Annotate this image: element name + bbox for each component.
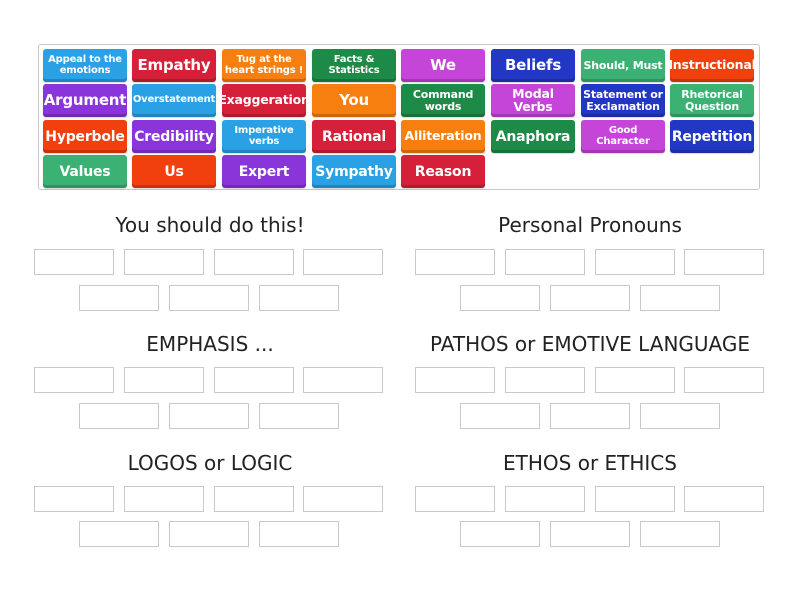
drop-slot[interactable] bbox=[259, 521, 339, 547]
group-title: You should do this! bbox=[115, 213, 305, 237]
drop-slot[interactable] bbox=[169, 285, 249, 311]
tile-sympathy[interactable]: Sympathy bbox=[312, 155, 396, 188]
drop-slot[interactable] bbox=[640, 285, 720, 311]
drop-slot[interactable] bbox=[303, 367, 383, 393]
tile-instructional[interactable]: Instructional bbox=[668, 49, 756, 82]
drop-slot[interactable] bbox=[259, 403, 339, 429]
tile-reason[interactable]: Reason bbox=[401, 155, 485, 188]
drop-slot[interactable] bbox=[505, 367, 585, 393]
tile-alliteration[interactable]: Alliteration bbox=[401, 120, 485, 153]
drop-slot[interactable] bbox=[415, 249, 495, 275]
group-title: PATHOS or EMOTIVE LANGUAGE bbox=[429, 332, 751, 356]
drop-slot[interactable] bbox=[34, 486, 114, 512]
drop-slot[interactable] bbox=[415, 367, 495, 393]
group-title: ETHOS or ETHICS bbox=[503, 451, 677, 475]
tile-should-must[interactable]: Should, Must bbox=[581, 49, 665, 82]
drop-slot[interactable] bbox=[505, 486, 585, 512]
tile-tug-at-the-heart-strings[interactable]: Tug at the heart strings ! bbox=[222, 49, 306, 82]
drop-slot[interactable] bbox=[415, 486, 495, 512]
tile-modal-verbs[interactable]: Modal Verbs bbox=[491, 84, 575, 117]
tile-command-words[interactable]: Command words bbox=[401, 84, 485, 117]
tile-good-character[interactable]: Good Character bbox=[581, 120, 665, 153]
drop-slot[interactable] bbox=[505, 249, 585, 275]
drop-slot[interactable] bbox=[684, 249, 764, 275]
tile-expert[interactable]: Expert bbox=[222, 155, 306, 188]
group-title: Personal Pronouns bbox=[498, 213, 682, 237]
drop-slot[interactable] bbox=[640, 403, 720, 429]
tile-facts-and-statistics[interactable]: Facts & Statistics bbox=[312, 49, 396, 82]
tile-hyperbole[interactable]: Hyperbole bbox=[43, 120, 127, 153]
drop-slot[interactable] bbox=[79, 403, 159, 429]
tile-appeal-to-the-emotions[interactable]: Appeal to the emotions bbox=[43, 49, 127, 82]
drop-slot[interactable] bbox=[460, 521, 540, 547]
drop-slot[interactable] bbox=[79, 521, 159, 547]
word-bank: Appeal to the emotions Empathy Tug at th… bbox=[38, 44, 760, 190]
drop-slot[interactable] bbox=[169, 521, 249, 547]
drop-slot[interactable] bbox=[595, 367, 675, 393]
drop-slot[interactable] bbox=[550, 521, 630, 547]
tile-rhetorical-question[interactable]: Rhetorical Question bbox=[670, 84, 754, 117]
tile-imperative-verbs[interactable]: Imperative verbs bbox=[222, 120, 306, 153]
tile-us[interactable]: Us bbox=[132, 155, 216, 188]
drop-slot[interactable] bbox=[124, 486, 204, 512]
tile-values[interactable]: Values bbox=[43, 155, 127, 188]
drop-slot[interactable] bbox=[169, 403, 249, 429]
drop-slot[interactable] bbox=[460, 403, 540, 429]
drop-slot[interactable] bbox=[684, 486, 764, 512]
drop-slot[interactable] bbox=[214, 249, 294, 275]
tile-anaphora[interactable]: Anaphora bbox=[491, 120, 575, 153]
drop-slot[interactable] bbox=[595, 486, 675, 512]
drop-slot[interactable] bbox=[303, 249, 383, 275]
group-title: EMPHASIS ... bbox=[146, 332, 274, 356]
drop-slot[interactable] bbox=[124, 367, 204, 393]
drop-slot[interactable] bbox=[34, 249, 114, 275]
tile-argument[interactable]: Argument bbox=[43, 84, 127, 117]
group-title: LOGOS or LOGIC bbox=[127, 451, 293, 475]
drop-slot[interactable] bbox=[259, 285, 339, 311]
tile-rational[interactable]: Rational bbox=[312, 120, 396, 153]
drop-slot[interactable] bbox=[214, 367, 294, 393]
drop-slot[interactable] bbox=[684, 367, 764, 393]
drop-slot[interactable] bbox=[34, 367, 114, 393]
drop-slot[interactable] bbox=[595, 249, 675, 275]
tile-empathy[interactable]: Empathy bbox=[132, 49, 216, 82]
tile-exaggeration[interactable]: Exaggeration bbox=[218, 84, 310, 117]
drop-slot[interactable] bbox=[124, 249, 204, 275]
drop-slot[interactable] bbox=[214, 486, 294, 512]
drop-slot[interactable] bbox=[550, 285, 630, 311]
drop-slot[interactable] bbox=[550, 403, 630, 429]
tile-overstatement[interactable]: Overstatement bbox=[132, 84, 216, 117]
drop-slot[interactable] bbox=[460, 285, 540, 311]
tile-we[interactable]: We bbox=[401, 49, 485, 82]
drop-slot[interactable] bbox=[640, 521, 720, 547]
tile-credibility[interactable]: Credibility bbox=[132, 120, 216, 153]
tile-statement-or-exclamation[interactable]: Statement or Exclamation bbox=[581, 84, 665, 117]
drop-slot[interactable] bbox=[79, 285, 159, 311]
tile-you[interactable]: You bbox=[312, 84, 396, 117]
drop-slot[interactable] bbox=[303, 486, 383, 512]
tile-repetition[interactable]: Repetition bbox=[670, 120, 754, 153]
tile-beliefs[interactable]: Beliefs bbox=[491, 49, 575, 82]
